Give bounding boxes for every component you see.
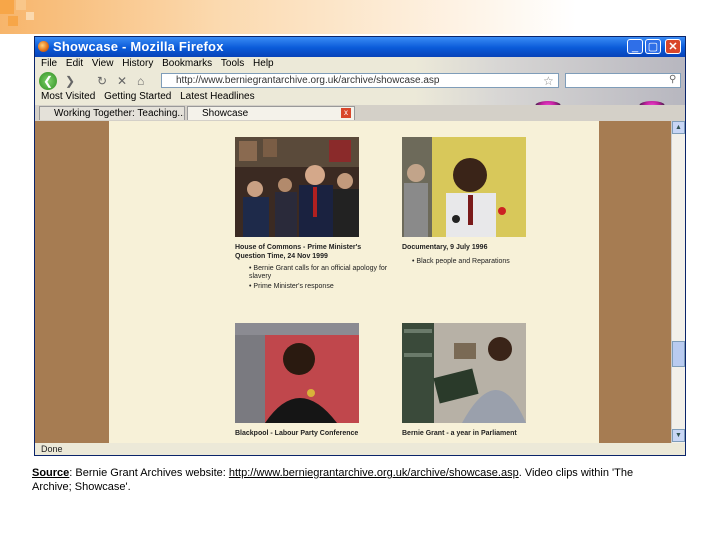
caption-parliament: Bernie Grant - a year in Parliament: [402, 429, 552, 438]
scroll-down-arrow-icon[interactable]: ▼: [672, 429, 685, 442]
search-input[interactable]: [565, 73, 681, 88]
decorative-square: [16, 0, 26, 10]
bookmark-getting-started[interactable]: Getting Started: [104, 91, 171, 102]
minimize-button[interactable]: _: [627, 39, 643, 54]
source-caption: Source: Bernie Grant Archives website: h…: [32, 466, 672, 494]
slide-top-band: [0, 0, 720, 34]
reload-icon[interactable]: ↻: [97, 74, 107, 88]
source-text: : Bernie Grant Archives website:: [69, 467, 229, 479]
bullet-item[interactable]: • Black people and Reparations: [412, 258, 562, 266]
status-text: Done: [41, 444, 63, 454]
back-arrow-icon[interactable]: ❮: [39, 72, 57, 90]
tab-strip: Working Together: Teaching... Showcase x: [35, 105, 685, 121]
caption-title: Bernie Grant - a year in Parliament: [402, 430, 517, 437]
navigation-toolbar: ❮ ❯ ↻ ✕ ⌂ http://www.berniegrantarchive.…: [35, 71, 685, 91]
browser-window: Showcase - Mozilla Firefox _ ▢ ✕ File Ed…: [34, 36, 686, 456]
video-thumbnail-documentary[interactable]: [402, 137, 526, 237]
window-title: Showcase - Mozilla Firefox: [53, 39, 224, 54]
tab-close-icon[interactable]: x: [341, 108, 351, 118]
scroll-thumb[interactable]: [672, 341, 685, 367]
source-label: Source: [32, 467, 70, 479]
address-bar[interactable]: http://www.berniegrantarchive.org.uk/arc…: [161, 73, 559, 88]
bookmark-star-icon[interactable]: ☆: [543, 74, 554, 88]
title-bar: Showcase - Mozilla Firefox _ ▢ ✕: [35, 37, 685, 57]
menu-history[interactable]: History: [122, 58, 153, 69]
vertical-scrollbar[interactable]: ▲ ▼: [671, 121, 685, 443]
menu-tools[interactable]: Tools: [221, 58, 244, 69]
menu-bar: File Edit View History Bookmarks Tools H…: [35, 57, 685, 71]
showcase-page: House of Commons - Prime Minister's Ques…: [109, 121, 599, 443]
tab-showcase[interactable]: Showcase: [187, 106, 355, 120]
video-thumbnail-blackpool[interactable]: [235, 323, 359, 423]
bullet-text: Prime Minister's response: [253, 283, 334, 290]
source-link[interactable]: http://www.berniegrantarchive.org.uk/arc…: [229, 467, 519, 479]
video-thumbnail-parliament[interactable]: [402, 323, 526, 423]
home-icon[interactable]: ⌂: [137, 74, 144, 88]
decorative-square: [26, 12, 34, 20]
menu-help[interactable]: Help: [253, 58, 274, 69]
caption-title: Documentary, 9 July 1996: [402, 244, 488, 251]
video-thumbnail-commons[interactable]: [235, 137, 359, 237]
decorative-square: [0, 0, 14, 14]
bullet-item[interactable]: • Bernie Grant calls for an official apo…: [249, 265, 399, 281]
caption-title: Blackpool - Labour Party Conference: [235, 430, 359, 437]
menu-edit[interactable]: Edit: [66, 58, 83, 69]
caption-documentary: Documentary, 9 July 1996: [402, 243, 552, 252]
bullet-item[interactable]: • Prime Minister's response: [249, 283, 399, 291]
bullet-text: Bernie Grant calls for an official apolo…: [249, 265, 388, 280]
search-icon[interactable]: ⚲: [669, 74, 676, 85]
bullet-text: Black people and Reparations: [416, 258, 510, 265]
bookmark-latest-headlines[interactable]: Latest Headlines: [180, 91, 255, 102]
tab-working-together[interactable]: Working Together: Teaching...: [39, 106, 185, 120]
menu-file[interactable]: File: [41, 58, 57, 69]
maximize-button[interactable]: ▢: [645, 39, 661, 54]
caption-title: House of Commons - Prime Minister's Ques…: [235, 244, 362, 260]
page-viewport: House of Commons - Prime Minister's Ques…: [35, 121, 671, 443]
forward-arrow-icon[interactable]: ❯: [65, 74, 75, 88]
stop-icon[interactable]: ✕: [117, 74, 127, 88]
menu-bookmarks[interactable]: Bookmarks: [162, 58, 212, 69]
firefox-icon: [38, 41, 49, 52]
bookmark-most-visited[interactable]: Most Visited: [41, 91, 95, 102]
status-bar: Done: [35, 443, 685, 455]
caption-commons: House of Commons - Prime Minister's Ques…: [235, 243, 385, 261]
menu-view[interactable]: View: [92, 58, 114, 69]
caption-blackpool: Blackpool - Labour Party Conference: [235, 429, 385, 438]
scroll-up-arrow-icon[interactable]: ▲: [672, 121, 685, 134]
url-text: http://www.berniegrantarchive.org.uk/arc…: [176, 75, 440, 86]
close-button[interactable]: ✕: [665, 39, 681, 54]
bookmarks-toolbar: Most Visited Getting Started Latest Head…: [35, 91, 685, 105]
decorative-square: [8, 16, 18, 26]
